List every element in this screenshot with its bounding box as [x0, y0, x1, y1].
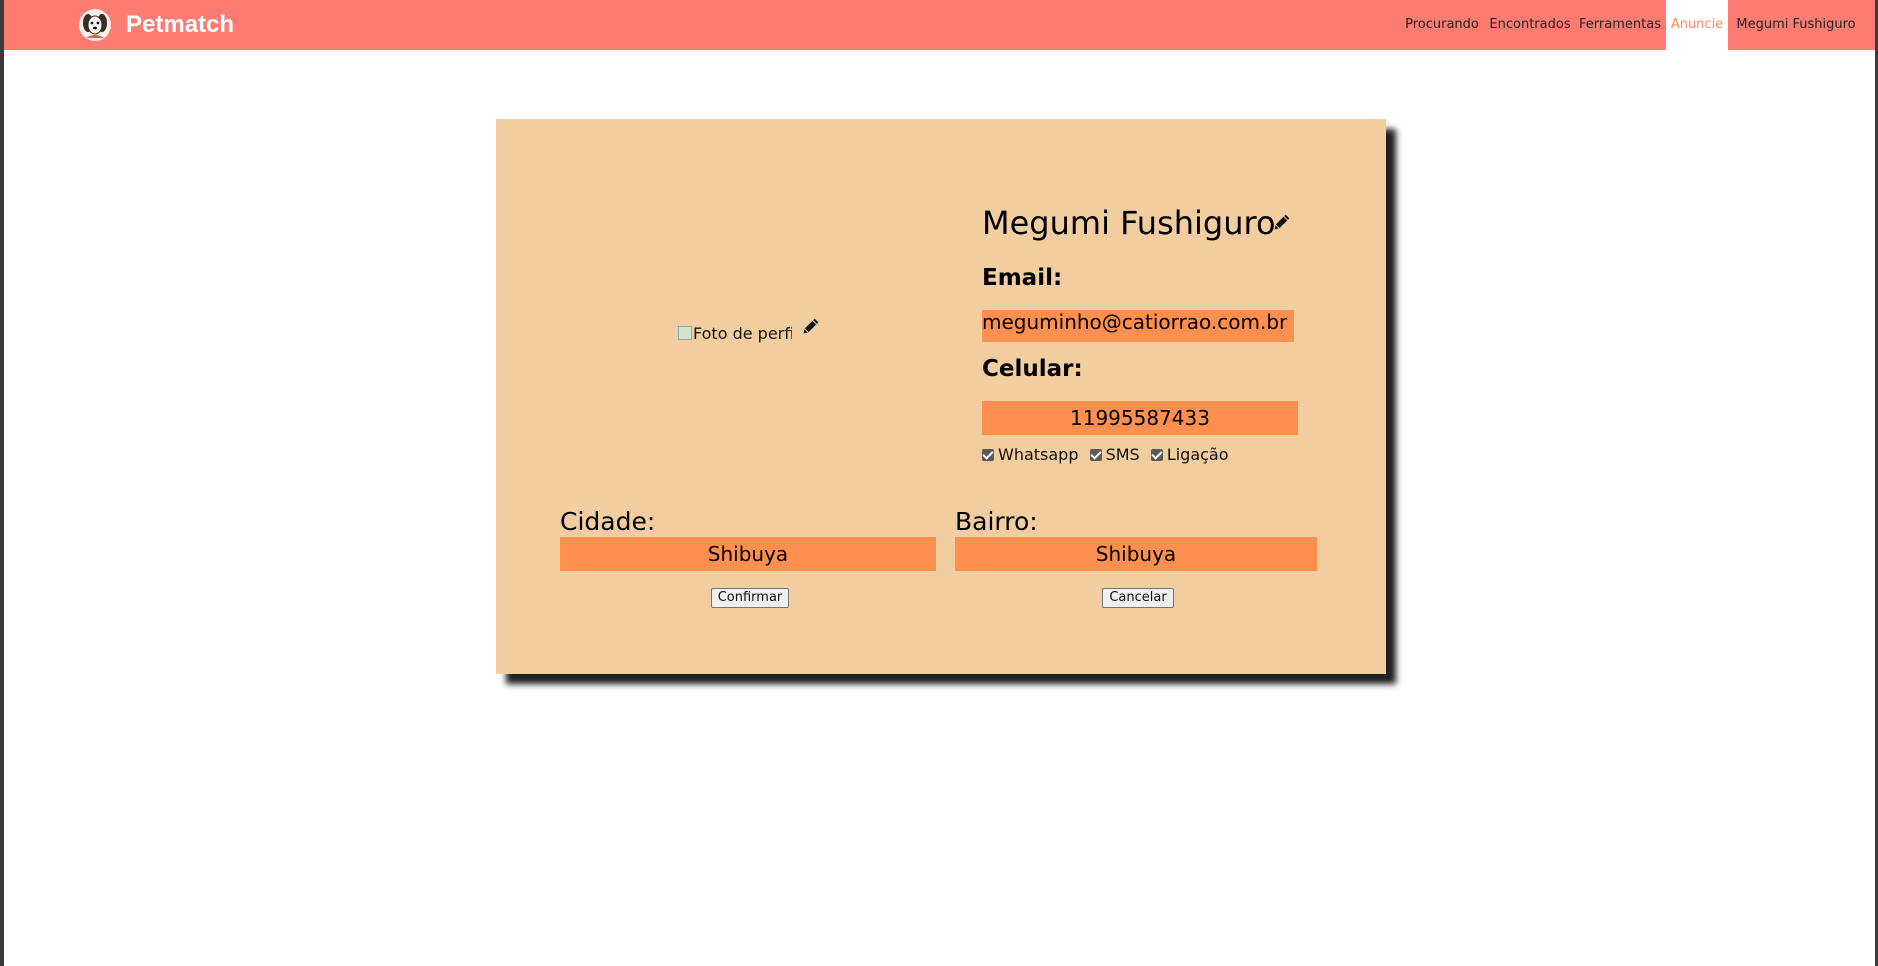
- nav-ferramentas[interactable]: Ferramentas: [1576, 0, 1664, 50]
- brand-name[interactable]: Petmatch: [126, 11, 234, 39]
- contact-options: Whatsapp SMS Ligação: [982, 445, 1235, 464]
- edit-name-pencil-icon[interactable]: [1271, 211, 1293, 233]
- browser-viewport: Petmatch Procurando Encontrados Ferramen…: [4, 0, 1875, 966]
- nav-encontrados[interactable]: Encontrados: [1486, 0, 1574, 50]
- profile-name: Megumi Fushiguro: [982, 204, 1276, 242]
- profile-photo-alt-text: Foto de perfil: [693, 324, 792, 343]
- cancel-button[interactable]: Cancelar: [1102, 588, 1174, 608]
- phone-field[interactable]: 11995587433: [982, 401, 1298, 435]
- city-label: Cidade:: [560, 507, 656, 536]
- nav-user-profile[interactable]: Megumi Fushiguro: [1730, 0, 1862, 50]
- ligacao-checkbox[interactable]: [1150, 449, 1163, 461]
- city-field[interactable]: Shibuya: [560, 537, 936, 571]
- district-field[interactable]: Shibuya: [955, 537, 1317, 571]
- email-label: Email:: [982, 265, 1063, 291]
- nav-anuncie[interactable]: Anuncie: [1666, 0, 1728, 50]
- edit-photo-pencil-icon[interactable]: [800, 315, 822, 337]
- profile-photo: Foto de perfil: [678, 324, 792, 348]
- profile-edit-card: Foto de perfil Megumi Fushiguro Email: m…: [496, 119, 1386, 674]
- email-field[interactable]: meguminho@catiorrao.com.br: [982, 310, 1294, 342]
- navbar: Petmatch Procurando Encontrados Ferramen…: [4, 0, 1875, 50]
- nav-procurando[interactable]: Procurando: [1400, 0, 1484, 50]
- whatsapp-label: Whatsapp: [998, 445, 1079, 464]
- phone-label: Celular:: [982, 356, 1083, 382]
- whatsapp-checkbox[interactable]: [982, 449, 994, 461]
- dog-logo-icon[interactable]: [78, 8, 112, 42]
- sms-checkbox[interactable]: [1089, 449, 1102, 461]
- broken-image-icon: [678, 326, 692, 340]
- ligacao-label: Ligação: [1166, 445, 1229, 464]
- confirm-button[interactable]: Confirmar: [711, 588, 789, 608]
- district-label: Bairro:: [955, 507, 1038, 536]
- sms-label: SMS: [1105, 445, 1140, 464]
